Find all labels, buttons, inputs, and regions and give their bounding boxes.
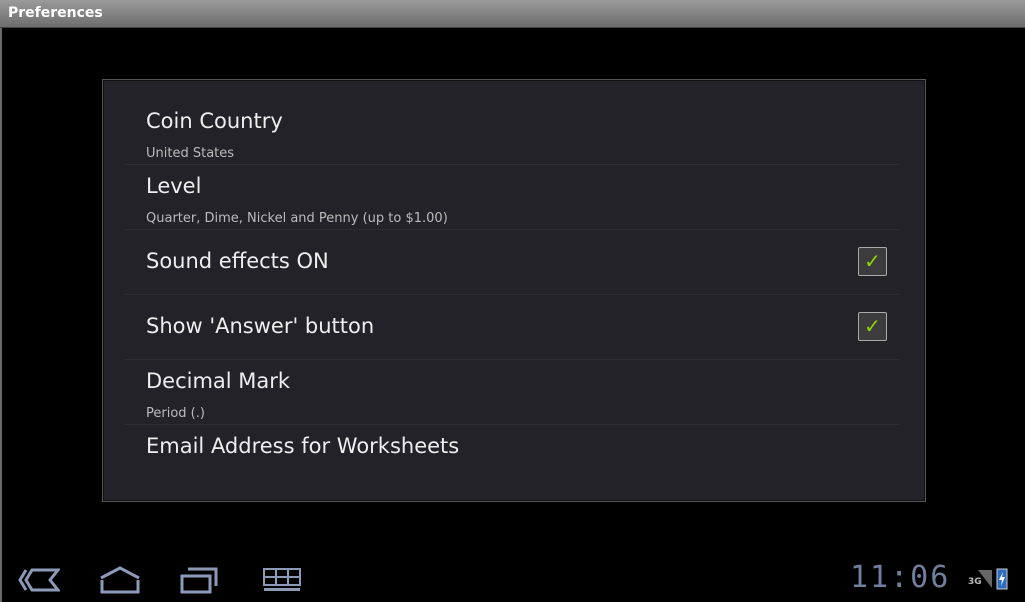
window-frame bbox=[0, 28, 2, 602]
preferences-list: Coin Country United States Level Quarter… bbox=[102, 79, 926, 502]
keyboard-icon[interactable] bbox=[262, 566, 302, 594]
clock[interactable]: 11:06 bbox=[850, 560, 950, 595]
pref-title: Show 'Answer' button bbox=[146, 314, 375, 338]
sound-effects-checkbox[interactable]: ✓ bbox=[858, 247, 887, 276]
pref-summary: Period (.) bbox=[146, 406, 205, 421]
pref-summary: Quarter, Dime, Nickel and Penny (up to $… bbox=[146, 211, 448, 226]
signal-icon bbox=[978, 570, 992, 588]
pref-level[interactable]: Level Quarter, Dime, Nickel and Penny (u… bbox=[125, 164, 899, 230]
pref-sound-effects[interactable]: Sound effects ON ✓ bbox=[125, 229, 899, 295]
pref-show-answer[interactable]: Show 'Answer' button ✓ bbox=[125, 294, 899, 360]
home-icon[interactable] bbox=[98, 566, 142, 594]
pref-title: Sound effects ON bbox=[146, 249, 329, 273]
pref-email-address[interactable]: Email Address for Worksheets bbox=[125, 424, 899, 489]
pref-title: Coin Country bbox=[146, 109, 283, 133]
pref-title: Email Address for Worksheets bbox=[146, 434, 460, 458]
pref-title: Decimal Mark bbox=[146, 369, 291, 393]
window-title: Preferences bbox=[8, 5, 103, 21]
battery-icon bbox=[996, 568, 1008, 590]
pref-decimal-mark[interactable]: Decimal Mark Period (.) bbox=[125, 359, 899, 425]
title-bar: Preferences bbox=[0, 0, 1025, 28]
pref-summary: United States bbox=[146, 146, 235, 161]
recent-apps-icon[interactable] bbox=[180, 566, 220, 594]
show-answer-checkbox[interactable]: ✓ bbox=[858, 312, 887, 341]
back-icon[interactable] bbox=[18, 566, 60, 594]
pref-title: Level bbox=[146, 174, 202, 198]
pref-coin-country[interactable]: Coin Country United States bbox=[125, 99, 899, 165]
